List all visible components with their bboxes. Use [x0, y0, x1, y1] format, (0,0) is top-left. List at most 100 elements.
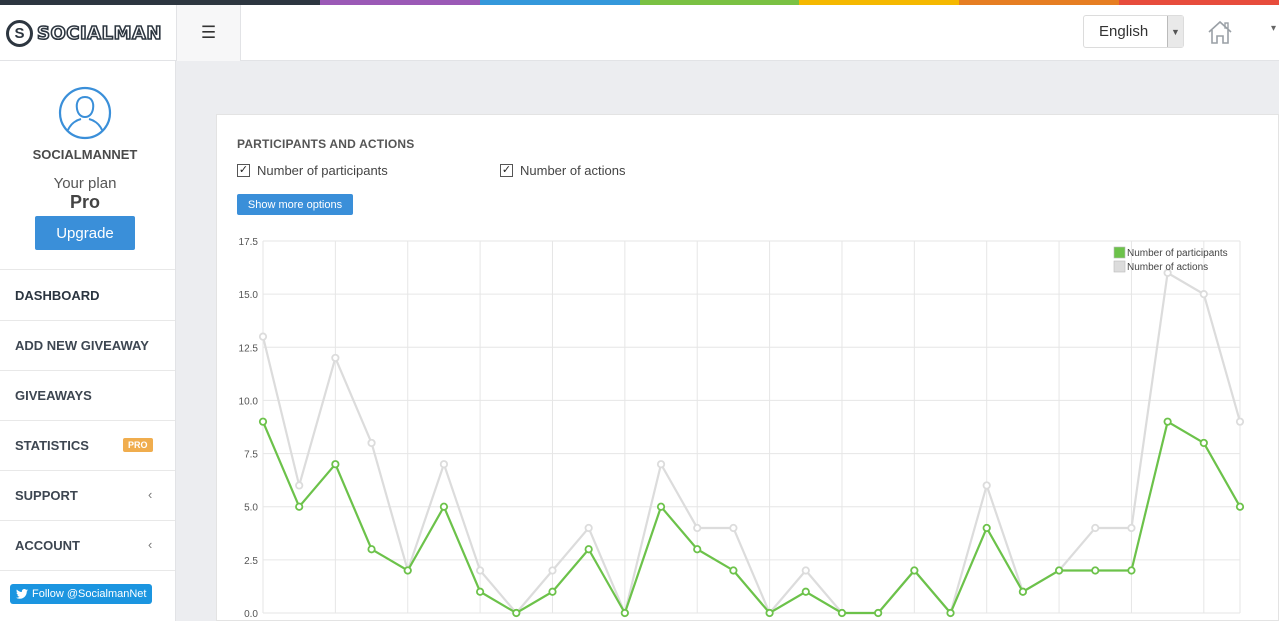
show-more-options-button[interactable]: Show more options: [237, 194, 353, 215]
data-point: [258, 417, 268, 426]
y-tick-label: 17.5: [239, 237, 259, 248]
data-point: [295, 502, 304, 511]
checkbox-checked-icon[interactable]: ✓: [500, 164, 513, 177]
language-value: English: [1099, 23, 1149, 40]
sidebar-item-label: STATISTICS: [15, 438, 89, 453]
sidebar-item-account[interactable]: ACCOUNT ‹: [0, 521, 175, 571]
data-point: [946, 608, 955, 618]
y-tick-label: 15.0: [239, 290, 259, 301]
data-point: [1127, 523, 1136, 533]
data-point: [729, 566, 738, 575]
card-title: PARTICIPANTS AND ACTIONS: [237, 137, 415, 151]
data-point: [837, 608, 847, 618]
y-tick-label: 12.5: [239, 343, 259, 354]
chevron-left-icon: ‹: [148, 487, 153, 502]
y-tick-label: 7.5: [244, 450, 258, 461]
checkbox-checked-icon[interactable]: ✓: [237, 164, 250, 177]
sidebar-item-giveaways[interactable]: GIVEAWAYS: [0, 371, 175, 421]
data-point: [656, 502, 666, 511]
data-point: [1091, 523, 1100, 533]
twitter-follow-button[interactable]: Follow @SocialmanNet: [10, 584, 152, 604]
data-point: [512, 608, 521, 618]
y-tick-label: 0.0: [244, 609, 258, 620]
data-point: [1199, 290, 1208, 299]
hamburger-icon[interactable]: ☰: [176, 5, 241, 61]
sidebar-item-add-giveaway[interactable]: ADD NEW GIVEAWAY: [0, 321, 175, 371]
profile-panel: SOCIALMANNET Your plan Pro Upgrade: [0, 61, 175, 270]
data-point: [982, 481, 991, 490]
sidebar-item-dashboard[interactable]: DASHBOARD: [0, 271, 175, 321]
data-point: [620, 608, 629, 618]
legend-swatch: [1113, 246, 1126, 259]
sidebar: SOCIALMANNET Your plan Pro Upgrade DASHB…: [0, 61, 176, 621]
data-point: [258, 332, 268, 341]
plan-name: Pro: [69, 192, 100, 212]
more-chevron-icon[interactable]: ▾: [1271, 23, 1276, 34]
sidebar-item-support[interactable]: SUPPORT ‹: [0, 471, 175, 521]
sidebar-item-label: GIVEAWAYS: [15, 388, 92, 403]
actions-checkbox[interactable]: ✓ Number of actions: [500, 163, 626, 178]
data-point: [729, 523, 738, 533]
legend-label: Number of participants: [1127, 248, 1228, 259]
data-point: [1127, 566, 1136, 575]
data-point: [476, 587, 485, 596]
data-point: [1018, 587, 1027, 596]
legend-label: Number of actions: [1127, 262, 1208, 273]
data-point: [1054, 566, 1064, 575]
data-point: [801, 587, 810, 596]
upgrade-button[interactable]: Upgrade: [35, 216, 135, 250]
data-point: [1235, 502, 1245, 511]
language-select[interactable]: English ▼: [1083, 15, 1184, 48]
data-point: [295, 481, 304, 490]
data-point: [548, 566, 557, 575]
data-point: [874, 608, 883, 618]
data-point: [331, 460, 340, 469]
data-point: [403, 566, 412, 575]
data-point: [367, 545, 376, 554]
data-point: [439, 460, 449, 469]
data-point: [331, 353, 340, 363]
data-point: [765, 608, 774, 618]
participants-checkbox[interactable]: ✓ Number of participants: [237, 163, 388, 178]
twitter-follow-label: Follow @SocialmanNet: [32, 588, 147, 600]
avatar-icon[interactable]: [58, 86, 112, 140]
data-point: [367, 438, 376, 448]
data-point: [982, 523, 991, 533]
data-point: [1163, 417, 1172, 426]
series-line: [261, 419, 1241, 616]
data-point: [476, 566, 485, 575]
data-point: [439, 502, 449, 511]
sidebar-item-label: ADD NEW GIVEAWAY: [15, 338, 149, 353]
home-icon[interactable]: [1206, 19, 1234, 45]
data-point: [1235, 417, 1245, 426]
sidebar-item-label: SUPPORT: [15, 488, 78, 503]
y-tick-label: 2.5: [244, 556, 258, 567]
participants-actions-chart: 0.0 2.5 5.0 7.5 10.0 12.5 15.0 17.5 Number of pa…: [239, 237, 1245, 620]
checkbox-label: Number of actions: [520, 163, 626, 178]
chevron-down-icon[interactable]: ▼: [1167, 16, 1183, 47]
twitter-bird-icon: [16, 589, 28, 599]
data-point: [584, 545, 593, 554]
data-point: [1199, 438, 1208, 448]
y-tick-label: 5.0: [244, 503, 258, 514]
pro-badge: PRO: [123, 438, 153, 452]
brand-logo[interactable]: S SOCIALMAN: [0, 5, 176, 61]
plan-label: Your plan: [53, 175, 117, 192]
data-point: [801, 566, 810, 575]
sidebar-nav: DASHBOARD ADD NEW GIVEAWAY GIVEAWAYS STA…: [0, 271, 175, 571]
data-point: [693, 545, 702, 554]
logo-text: SOCIALMAN: [36, 22, 162, 45]
y-tick-label: 10.0: [239, 396, 259, 407]
sidebar-item-statistics[interactable]: STATISTICS PRO: [0, 421, 175, 471]
legend-swatch: [1113, 260, 1126, 273]
data-point: [693, 523, 702, 533]
data-point: [656, 460, 666, 469]
series-line: [261, 271, 1242, 617]
data-point: [1091, 566, 1100, 575]
checkbox-label: Number of participants: [257, 163, 388, 178]
username: SOCIALMANNET: [32, 147, 138, 162]
data-point: [584, 523, 593, 533]
top-bar: S SOCIALMAN ☰ English ▼ ▾: [0, 5, 1279, 61]
logo-mark: S: [6, 19, 33, 47]
sidebar-item-label: ACCOUNT: [15, 538, 80, 553]
